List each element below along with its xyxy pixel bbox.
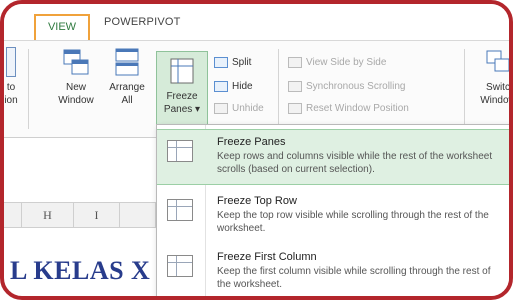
reset-position-icon (288, 103, 302, 114)
reset-pos-label: Reset Window Position (306, 103, 409, 114)
unhide-icon (214, 103, 228, 114)
freeze-panes-icon (169, 56, 195, 86)
view-side-label: View Side by Side (306, 57, 387, 68)
menu-item-title: Freeze First Column (217, 251, 317, 263)
freeze-panes-label-1: Freeze (166, 91, 198, 102)
split-icon (214, 57, 228, 68)
sync-scroll-icon (288, 81, 302, 92)
split-button[interactable]: Split (214, 57, 251, 68)
view-side-by-side-button[interactable]: View Side by Side (288, 57, 386, 68)
new-window-icon (63, 47, 89, 77)
menu-item-description: Keep the top row visible while scrolling… (217, 210, 489, 234)
unhide-label: Unhide (232, 103, 264, 114)
arrange-all-button[interactable]: Arrange All (104, 47, 150, 107)
ribbon-tab-strip: VIEW POWERPIVOT (4, 4, 509, 40)
freeze-first-column-icon (167, 255, 193, 277)
hide-icon (214, 81, 228, 92)
sync-scroll-label: Synchronous Scrolling (306, 81, 406, 92)
side-by-side-icon (288, 57, 302, 68)
divider (464, 49, 465, 129)
switch-windows-label-2: Window (480, 95, 513, 106)
reset-window-position-button[interactable]: Reset Window Position (288, 103, 409, 114)
menu-item-title: Freeze Top Row (217, 195, 297, 207)
column-header-h[interactable]: H (22, 203, 74, 227)
divider (278, 49, 279, 129)
menu-item-freeze-first-column[interactable]: Freeze First Column Keep the first colum… (157, 245, 509, 296)
new-window-button[interactable]: New Window (54, 47, 98, 107)
column-header-partial[interactable] (4, 203, 22, 227)
column-header-i[interactable]: I (74, 203, 120, 227)
zoom-label-2: ion (4, 95, 18, 106)
new-window-label-2: Window (58, 95, 94, 106)
hide-button[interactable]: Hide (214, 81, 253, 92)
menu-item-freeze-top-row[interactable]: Freeze Top Row Keep the top row visible … (157, 189, 509, 245)
sheet-title-text: L KELAS X (10, 256, 151, 285)
divider (28, 49, 29, 129)
new-window-label-1: New (65, 82, 86, 93)
tab-view[interactable]: VIEW (34, 14, 90, 40)
menu-item-description: Keep rows and columns visible while the … (217, 151, 493, 175)
freeze-panes-label-2: Panes ▾ (163, 104, 201, 115)
arrange-all-label-1: Arrange (109, 82, 145, 93)
menu-item-freeze-panes[interactable]: Freeze Panes Keep rows and columns visib… (157, 129, 509, 185)
freeze-panes-icon (167, 140, 193, 162)
synchronous-scrolling-button[interactable]: Synchronous Scrolling (288, 81, 406, 92)
freeze-top-row-icon (167, 199, 193, 221)
arrange-all-label-2: All (121, 95, 133, 106)
split-label: Split (232, 57, 252, 68)
switch-windows-icon (485, 47, 509, 77)
switch-windows-label-1: Switc (486, 82, 510, 93)
zoom-to-selection-button[interactable]: to ion (4, 47, 22, 107)
menu-item-title: Freeze Panes (217, 136, 286, 148)
screenshot-frame: VIEW POWERPIVOT to ion New Window Arrang… (0, 0, 513, 300)
zoom-icon (6, 47, 16, 77)
zoom-label-1: to (6, 82, 16, 93)
freeze-panes-content: Freeze Panes ▾ (157, 56, 207, 116)
tab-powerpivot[interactable]: POWERPIVOT (104, 16, 181, 28)
switch-windows-button[interactable]: Switc Window (476, 47, 513, 107)
column-header-next[interactable] (120, 203, 156, 227)
hide-label: Hide (232, 81, 253, 92)
unhide-button[interactable]: Unhide (214, 103, 264, 114)
freeze-panes-dropdown: Freeze Panes Keep rows and columns visib… (156, 124, 509, 296)
menu-item-description: Keep the first column visible while scro… (217, 266, 491, 290)
freeze-panes-button[interactable]: Freeze Panes ▾ (156, 51, 208, 131)
arrange-all-icon (114, 47, 140, 77)
